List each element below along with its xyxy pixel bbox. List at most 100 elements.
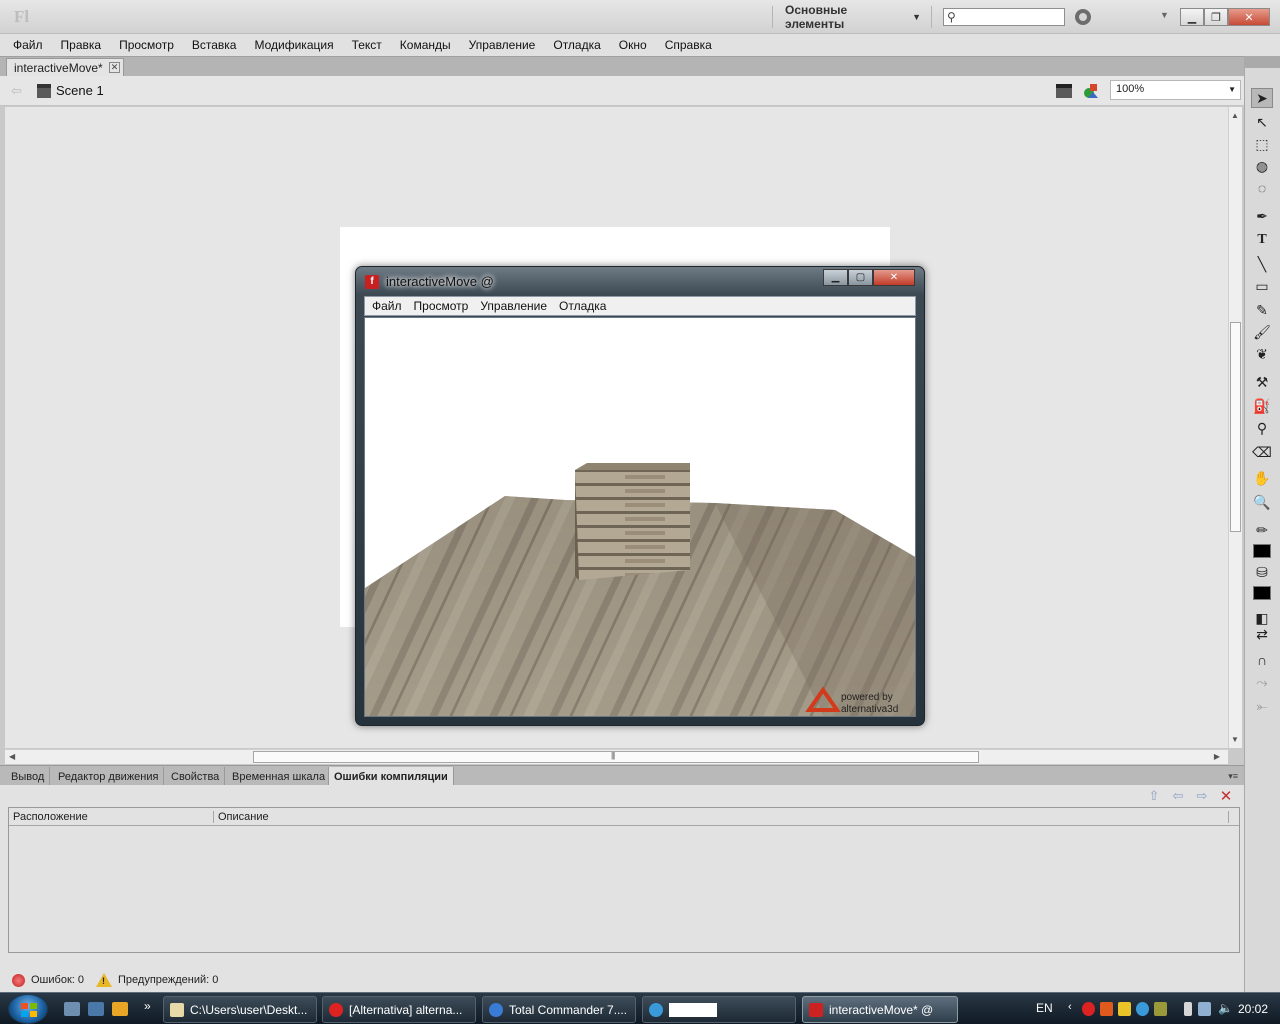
3d-viewport[interactable]: powered by alternativa3d [364,317,916,717]
3d-rotation-tool-icon[interactable]: ◍ [1251,156,1273,176]
language-indicator[interactable]: EN [1036,1001,1053,1015]
taskbar-item-editor[interactable]: C:\Users\user\Deskt... [163,996,317,1023]
previous-error-icon[interactable]: ⇦ [1168,787,1188,805]
close-button[interactable]: ✕ [1228,8,1270,26]
scroll-right-icon[interactable]: ▶ [1214,752,1220,761]
paint-bucket-tool-icon[interactable]: ⛽ [1251,396,1273,416]
taskbar-item-skype[interactable] [642,996,796,1023]
start-button[interactable] [8,994,48,1024]
menu-control[interactable]: Управление [460,38,545,52]
menu-text[interactable]: Текст [343,38,391,52]
snap-magnet-icon[interactable]: ∩ [1251,650,1273,670]
player-menu-view[interactable]: Просмотр [409,299,476,313]
menu-view[interactable]: Просмотр [110,38,183,52]
opera-tray-icon[interactable] [1082,1002,1095,1016]
eyedropper-tool-icon[interactable]: ⚲ [1251,418,1273,438]
menu-commands[interactable]: Команды [391,38,460,52]
menu-modify[interactable]: Модификация [245,38,342,52]
clear-errors-icon[interactable]: ✕ [1216,787,1236,805]
tab-compiler-errors[interactable]: Ошибки компиляции [328,767,454,786]
taskbar-item-opera[interactable]: [Alternativa] alterna... [322,996,476,1023]
player-close-button[interactable]: ✕ [873,269,915,286]
document-tab[interactable]: interactiveMove* ✕ [6,58,124,77]
skype-tray-icon[interactable] [1136,1002,1149,1016]
zoom-tool-icon[interactable]: 🔍 [1251,492,1273,512]
tab-output[interactable]: Вывод [6,767,51,786]
restore-button[interactable]: ❐ [1204,8,1228,26]
free-transform-tool-icon[interactable]: ⬚ [1251,134,1273,154]
quicklaunch-media-icon[interactable] [112,1002,128,1016]
menu-edit[interactable]: Правка [52,38,111,52]
subselection-tool-icon[interactable]: ↖ [1251,112,1273,132]
pencil-tool-icon[interactable]: ✎ [1251,300,1273,320]
chevron-down-icon[interactable]: ▼ [1160,10,1169,20]
stroke-color-swatch[interactable] [1253,544,1271,558]
menu-insert[interactable]: Вставка [183,38,246,52]
network-icon[interactable] [1198,1002,1211,1016]
taskbar-item-total-commander[interactable]: Total Commander 7.... [482,996,636,1023]
tray-expand-icon[interactable]: ‹ [1068,1001,1072,1013]
rectangle-tool-icon[interactable]: ▭ [1251,276,1273,296]
volume-icon[interactable]: 🔈 [1218,1001,1233,1015]
player-menu-file[interactable]: Файл [367,299,409,313]
edit-symbols-icon[interactable] [1083,83,1099,99]
pen-tool-icon[interactable]: ✒ [1251,206,1273,226]
quicklaunch-more-icon[interactable]: » [144,999,151,1013]
tab-properties[interactable]: Свойства [166,767,226,786]
edit-scene-icon[interactable] [1056,84,1072,98]
menu-help[interactable]: Справка [656,38,721,52]
scroll-up-icon[interactable]: ▲ [1231,111,1239,120]
tab-motion-editor[interactable]: Редактор движения [53,767,165,786]
search-input[interactable]: ⚲ [943,8,1065,26]
next-error-icon[interactable]: ⇨ [1192,787,1212,805]
column-description[interactable]: Описание [214,810,1229,823]
app-tray-icon[interactable] [1154,1002,1167,1016]
text-tool-icon[interactable]: T [1251,230,1273,250]
lasso-tool-icon[interactable]: ◌ [1251,178,1273,198]
download-tray-icon[interactable] [1100,1002,1113,1016]
deco-tool-icon[interactable]: ❦ [1251,344,1273,364]
scroll-thumb[interactable] [253,751,979,763]
quicklaunch-explorer-icon[interactable] [64,1002,80,1016]
menu-window[interactable]: Окно [610,38,656,52]
menu-debug[interactable]: Отладка [544,38,609,52]
selection-tool-icon[interactable]: ➤ [1251,88,1273,108]
clock[interactable]: 20:02 [1238,1002,1268,1016]
fill-color-swatch[interactable] [1253,586,1271,600]
workspace-switcher[interactable]: Основные элементы ▼ [772,3,932,31]
line-tool-icon[interactable]: ╲ [1251,254,1273,274]
player-menu-control[interactable]: Управление [475,299,554,313]
battery-icon[interactable] [1184,1002,1192,1016]
player-menu-debug[interactable]: Отладка [554,299,613,313]
scroll-left-icon[interactable]: ◀ [9,752,15,761]
bone-tool-icon[interactable]: ⚒ [1251,372,1273,392]
go-to-source-icon[interactable]: ⇧ [1144,787,1164,805]
scroll-thumb[interactable] [1230,322,1241,532]
horizontal-scrollbar[interactable]: ◀ ||| ▶ [5,749,1228,764]
back-arrow-icon[interactable]: ⇦ [11,83,22,99]
menu-file[interactable]: Файл [4,38,52,52]
tab-timeline[interactable]: Временная шкала [227,767,332,786]
vertical-scrollbar[interactable]: ▲ ▼ [1228,107,1242,748]
straighten-icon[interactable]: ⤜ [1251,696,1273,716]
column-location[interactable]: Расположение [9,810,214,823]
hand-tool-icon[interactable]: ✋ [1251,468,1273,488]
zoom-select[interactable]: 100% ▼ [1110,80,1241,100]
brush-tool-icon[interactable]: 🖌 [1251,322,1273,342]
scene-label[interactable]: Scene 1 [56,83,104,98]
flash-player-window[interactable]: f interactiveMove @ ▁ ▢ ✕ Файл Просмотр … [355,266,925,726]
eraser-tool-icon[interactable]: ⌫ [1251,442,1273,462]
quicklaunch-desktop-icon[interactable] [88,1002,104,1016]
smooth-icon[interactable]: ⤳ [1251,672,1273,692]
swap-colors-icon[interactable]: ⇄ [1251,624,1273,644]
close-tab-icon[interactable]: ✕ [109,62,120,73]
scroll-down-icon[interactable]: ▼ [1231,735,1239,744]
minimize-button[interactable]: ▁ [1180,8,1204,26]
tools-panel-header[interactable] [1245,56,1280,68]
player-maximize-button[interactable]: ▢ [848,269,873,286]
taskbar-item-flash[interactable]: interactiveMove* @ [802,996,958,1023]
panel-menu-icon[interactable]: ▾≡ [1228,771,1238,782]
messenger-tray-icon[interactable] [1118,1002,1131,1016]
cs-live-icon[interactable] [1075,9,1091,25]
player-minimize-button[interactable]: ▁ [823,269,848,286]
